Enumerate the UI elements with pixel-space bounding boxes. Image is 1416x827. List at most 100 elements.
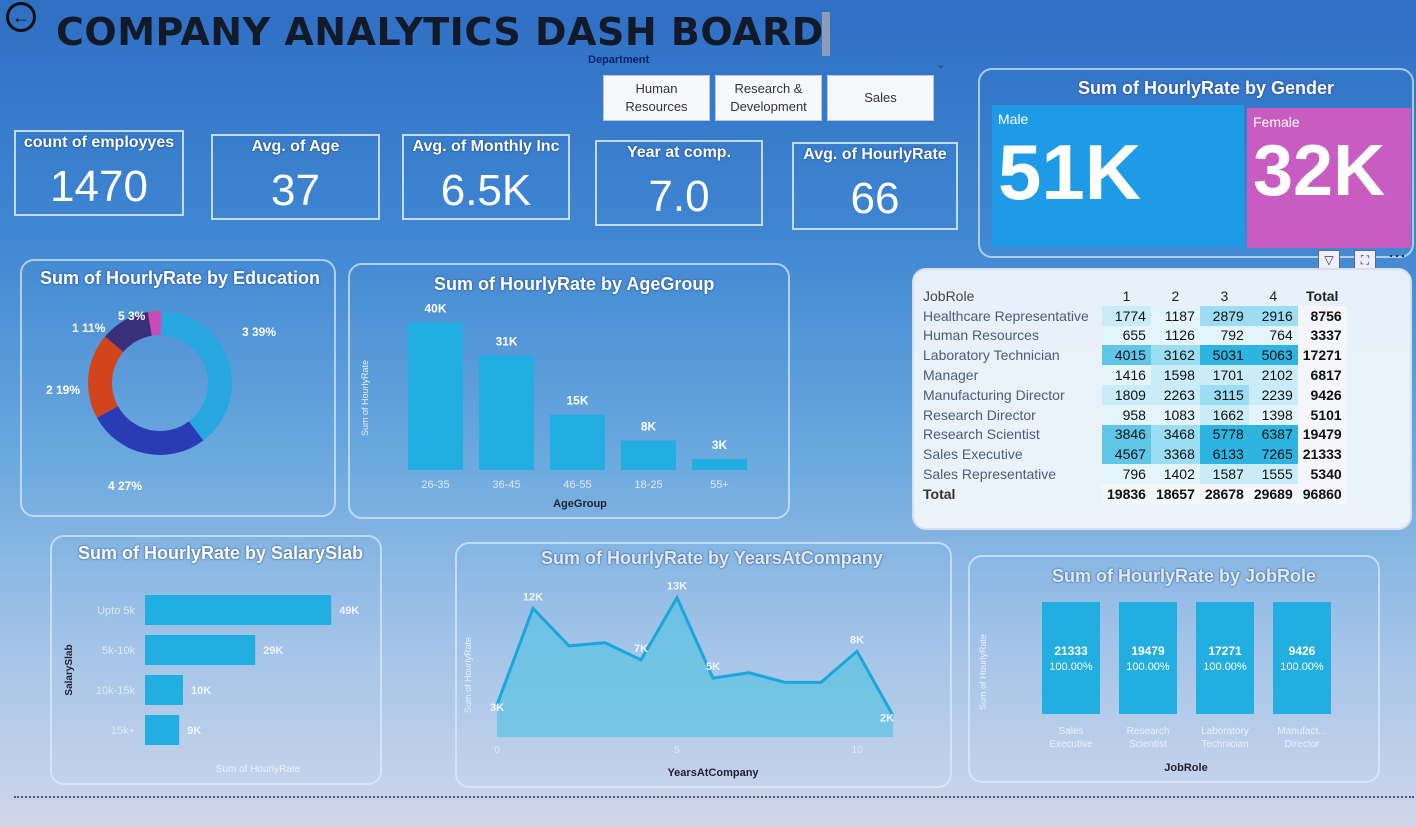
jobrole-category-label: Manufact... (1277, 726, 1326, 737)
matrix-cell: 6133 (1199, 444, 1249, 465)
gender-female-box[interactable]: Female 32K (1247, 108, 1411, 248)
salary-bar-label: 9K (187, 725, 201, 737)
salary-bar (145, 715, 180, 745)
agegroup-chart-title: Sum of HourlyRate by AgeGroup (434, 274, 715, 294)
education-donut-chart[interactable]: 5 3% 1 11% 3 39% 2 19% 4 27% (20, 290, 336, 515)
jobrole-category-label: Sales (1058, 726, 1083, 737)
kpi-card-employees: count of employyes 1470 (14, 130, 184, 216)
salary-ylabel: SalarySlab (64, 644, 75, 695)
matrix-cell: 6387 (1248, 424, 1298, 445)
matrix-row[interactable]: Human Resources 655 1126 792 764 3337 (918, 325, 1347, 346)
slicer-option-rd[interactable]: Research & Development (715, 75, 822, 121)
years-tick-label: 0 (494, 745, 500, 756)
salary-bar (145, 635, 256, 665)
kpi-label: Avg. of Age (251, 138, 340, 155)
salary-category-label: Upto 5k (97, 605, 135, 617)
education-label: 4 27% (108, 479, 142, 493)
matrix-cell: 5340 (1297, 464, 1347, 484)
back-arrow-icon[interactable]: ← (6, 2, 36, 32)
agegroup-bar (479, 355, 534, 470)
matrix-cell: 1083 (1150, 404, 1200, 425)
more-options-icon[interactable]: ⋯ (1388, 246, 1406, 267)
jobrole-bar-value: 19479 (1131, 644, 1165, 658)
matrix-col-header[interactable]: 3 (1200, 286, 1249, 306)
matrix-cell: 1701 (1199, 365, 1249, 385)
jobrole-ylabel: Sum of HourlyRate (978, 634, 988, 710)
agegroup-bar-chart[interactable]: 40K 26-35 31K 36-45 15K 46-55 8K 18-25 3K 55+ Sum… (348, 300, 790, 515)
jobrole-bar (1196, 602, 1254, 714)
matrix-row-label: Research Scientist (923, 426, 1040, 443)
matrix-col-header[interactable]: Total (1298, 286, 1347, 306)
agegroup-bar (550, 414, 605, 470)
years-area-chart[interactable]: 12K 13K 7K 5K 8K 3K 2K 0 5 10 Sum of HourlyRate Y… (455, 575, 952, 785)
kpi-value: 6.5K (440, 166, 532, 215)
agegroup-bar-label: 31K (495, 335, 517, 349)
matrix-row[interactable]: Sales Representative 796 1402 1587 1555 5340 (918, 464, 1347, 484)
matrix-cell: 5031 (1199, 345, 1249, 366)
education-label: 2 19% (46, 383, 80, 397)
jobrole-bar-pct: 100.00% (1126, 661, 1170, 673)
matrix-col-header[interactable]: 2 (1151, 286, 1200, 306)
salary-chart-title: Sum of HourlyRate by SalarySlab (78, 543, 364, 563)
donut-slice-4 (96, 406, 204, 455)
matrix-row[interactable]: Manager 1416 1598 1701 2102 6817 (918, 365, 1347, 385)
matrix-cell: 18657 (1150, 483, 1200, 504)
years-ylabel: Sum of HourlyRate (463, 637, 473, 713)
agegroup-bar-label: 40K (424, 301, 446, 315)
agegroup-category-label: 46-55 (563, 479, 591, 491)
matrix-row[interactable]: Manufacturing Director 1809 2263 3115 2239 94… (918, 384, 1347, 405)
matrix-col-header[interactable]: 1 (1102, 286, 1151, 306)
kpi-label: Avg. of HourlyRate (803, 146, 947, 163)
gender-male-value: 51K (998, 128, 1142, 216)
matrix-cell: 19836 (1102, 483, 1151, 504)
agegroup-bar-label: 8K (641, 419, 657, 433)
matrix-cell: 2263 (1150, 384, 1200, 405)
matrix-row[interactable]: Sales Executive 4567 3368 6133 7265 21333 (918, 444, 1347, 465)
matrix-cell: 29689 (1248, 483, 1298, 504)
agegroup-bar (408, 322, 463, 470)
salary-bar-chart[interactable]: Upto 5k 49K 5k-10k 29K 10k-15k 10K 15k+ 9K Sala… (50, 570, 382, 782)
kpi-card-hourly-rate: Avg. of HourlyRate 66 (792, 142, 958, 230)
matrix-row[interactable]: Research Director 958 1083 1662 1398 5101 (918, 404, 1347, 425)
slicer-option-hr[interactable]: Human Resources (603, 75, 710, 121)
focus-mode-icon[interactable]: ⛶ (1354, 250, 1376, 270)
salary-category-label: 5k-10k (102, 645, 136, 657)
matrix-row-label: Human Resources (923, 327, 1039, 344)
matrix-col-header[interactable]: 4 (1249, 286, 1298, 306)
chevron-down-icon[interactable]: ⌄ (936, 58, 945, 71)
salary-bar-label: 29K (263, 645, 283, 657)
agegroup-bar-label: 15K (566, 394, 588, 408)
jobrole-matrix: JobRole 1 2 3 4 Total Healthcare Represe… (918, 286, 1347, 504)
salary-xlabel: Sum of HourlyRate (216, 764, 301, 775)
agegroup-xlabel: AgeGroup (553, 498, 607, 510)
matrix-row[interactable]: Research Scientist 3846 3468 5778 6387 19479 (918, 424, 1347, 445)
jobrole-bar-value: 17271 (1208, 644, 1242, 658)
matrix-cell: 5101 (1297, 404, 1347, 425)
kpi-card-years-at-company: Year at comp. 7.0 (595, 140, 763, 226)
kpi-value: 7.0 (648, 172, 710, 221)
years-data-label: 2K (880, 713, 894, 725)
jobrole-bar-pct: 100.00% (1049, 661, 1093, 673)
jobrole-category-label: Executive (1049, 739, 1093, 750)
matrix-row-label: Healthcare Representative (923, 307, 1089, 324)
agegroup-bar-label: 3K (712, 438, 728, 452)
jobrole-bar-chart[interactable]: 21333 100.00% Sales Executive 19479 100.00% Re… (968, 590, 1380, 782)
matrix-cell: 3468 (1150, 424, 1200, 445)
matrix-cell: 5063 (1248, 345, 1298, 366)
matrix-row[interactable]: Healthcare Representative 1774 1187 2879 291… (918, 305, 1347, 326)
gender-male-box[interactable]: Male 51K (992, 105, 1244, 247)
matrix-row[interactable]: Total 19836 18657 28678 29689 96860 (918, 483, 1347, 504)
filter-icon[interactable]: ▽ (1318, 250, 1340, 270)
agegroup-bar (621, 440, 676, 470)
years-tick-label: 5 (674, 745, 680, 756)
years-xlabel: YearsAtCompany (667, 767, 759, 779)
matrix-corner-header[interactable]: JobRole (918, 286, 1102, 306)
jobrole-xlabel: JobRole (1164, 762, 1207, 774)
years-chart-title: Sum of HourlyRate by YearsAtCompany (541, 548, 883, 568)
matrix-row[interactable]: Laboratory Technician 4015 3162 5031 5063 172… (918, 345, 1347, 366)
jobrole-category-label: Laboratory (1201, 726, 1249, 737)
slicer-option-sales[interactable]: Sales (827, 75, 934, 121)
education-label: 1 11% (72, 321, 106, 335)
matrix-cell: 3162 (1150, 345, 1200, 366)
jobrole-category-label: Technician (1201, 739, 1248, 750)
